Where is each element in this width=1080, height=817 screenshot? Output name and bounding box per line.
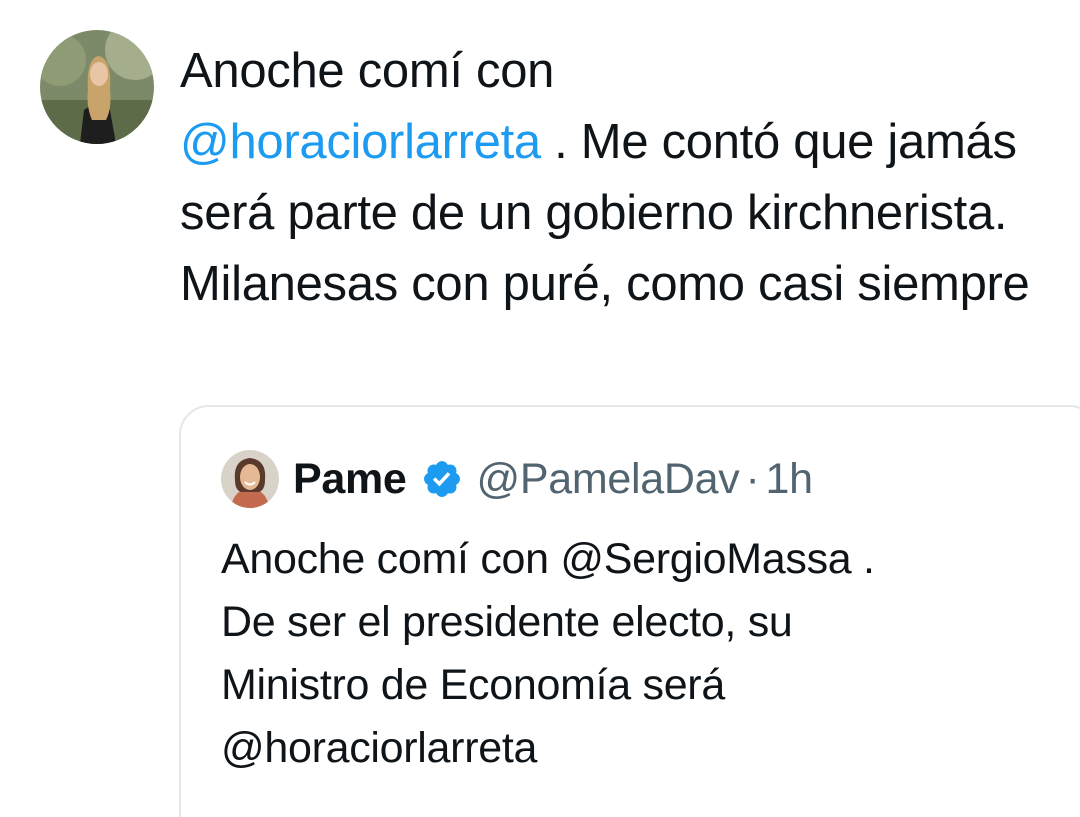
quoted-text-line2: De ser el presidente electo, su (221, 598, 793, 646)
quoted-tweet-timestamp[interactable]: 1h (766, 455, 814, 504)
quoted-text-line4: @horaciorlarreta (221, 724, 538, 772)
tweet-mention-link[interactable]: @horaciorlarreta (180, 115, 541, 169)
quoted-text-line1: Anoche comí con @SergioMassa . (221, 535, 875, 583)
quoted-text-line3: Ministro de Economía será (221, 661, 725, 709)
quoted-tweet-body: Anoche comí con @SergioMassa . De ser el … (221, 528, 1001, 780)
author-avatar[interactable] (40, 30, 154, 144)
quoted-author-avatar-image (221, 450, 279, 508)
quoted-author-name[interactable]: Pame (293, 455, 407, 504)
quoted-author-handle[interactable]: @PamelaDav (477, 455, 740, 504)
author-avatar-image (40, 30, 154, 144)
quoted-author-avatar[interactable] (221, 450, 279, 508)
quoted-tweet-header: Pame @PamelaDav · 1h (221, 447, 813, 511)
tweet-text-part1: Anoche comí con (180, 44, 555, 98)
header-separator: · (745, 454, 760, 503)
quoted-tweet-card[interactable]: Pame @PamelaDav · 1h Anoche comí con @Se… (179, 405, 1080, 817)
tweet-body: Anoche comí con @horaciorlarreta . Me con… (180, 36, 1060, 320)
verified-badge-icon (421, 458, 463, 500)
